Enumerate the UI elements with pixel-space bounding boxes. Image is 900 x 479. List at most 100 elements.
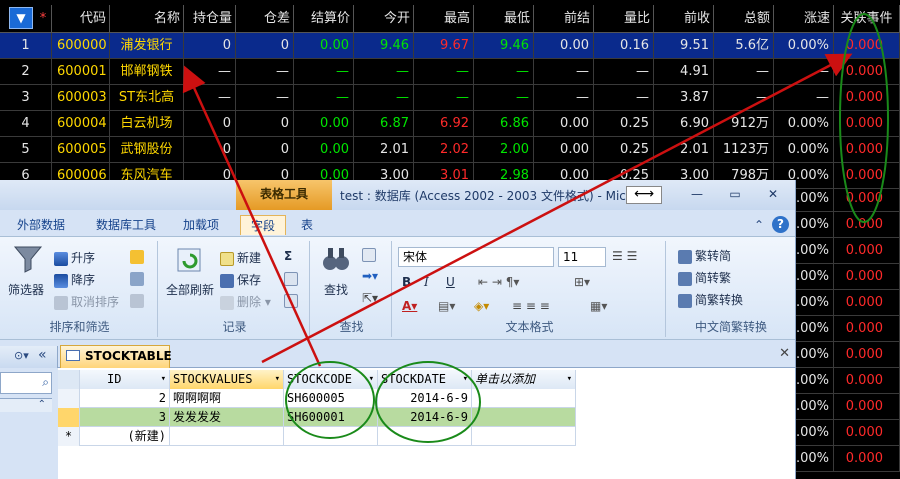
replace-icon[interactable] bbox=[362, 247, 379, 262]
header-position-diff[interactable]: 仓差 bbox=[236, 5, 294, 33]
cell-stockcode[interactable]: SH600005 bbox=[284, 389, 378, 408]
column-dropdown-icon[interactable]: ▾ bbox=[275, 370, 280, 388]
find-button[interactable]: 查找 bbox=[324, 281, 348, 298]
underline-button[interactable]: U bbox=[446, 275, 455, 289]
binoculars-icon[interactable] bbox=[320, 243, 352, 275]
simp-to-trad-button[interactable]: 简转繁 bbox=[678, 269, 731, 286]
more-records-icon[interactable] bbox=[284, 293, 301, 308]
quote-row[interactable]: 3 600003 ST东北高 — — — — — — — — 3.87 — — … bbox=[0, 85, 900, 111]
cell-new-id[interactable]: (新建) bbox=[80, 427, 170, 446]
italic-button[interactable]: I bbox=[424, 275, 429, 289]
cell-stockdate[interactable]: 2014-6-9 bbox=[378, 408, 472, 427]
list-format-icons[interactable]: ☰ ☰ bbox=[612, 249, 637, 263]
tab-table[interactable]: 表 bbox=[292, 215, 322, 235]
gridlines-icon[interactable]: ⊞▾ bbox=[574, 275, 590, 289]
select-icon[interactable]: ⇱▾ bbox=[362, 291, 378, 305]
filter-icon[interactable] bbox=[12, 243, 44, 275]
bold-button[interactable]: B bbox=[402, 275, 411, 289]
column-header-id[interactable]: ID ▾ bbox=[80, 370, 170, 389]
cell-id[interactable]: 2 bbox=[80, 389, 170, 408]
font-size-select[interactable]: 11 bbox=[558, 247, 606, 267]
cell-id[interactable]: 3 bbox=[80, 408, 170, 427]
cell-stockdate[interactable]: 2014-6-9 bbox=[378, 389, 472, 408]
toggle-filter-icon[interactable] bbox=[130, 293, 147, 308]
quote-row[interactable]: 4 600004 白云机场 0 0 0.00 6.87 6.92 6.86 0.… bbox=[0, 111, 900, 137]
nav-dropdown-icon[interactable]: ⊙▾ bbox=[14, 349, 29, 362]
clear-sort-button[interactable]: 取消排序 bbox=[54, 293, 119, 310]
row-selector[interactable] bbox=[58, 389, 80, 408]
save-record-button[interactable]: 保存 bbox=[220, 271, 261, 288]
cell-stockvalues[interactable]: 啊啊啊啊 bbox=[170, 389, 284, 408]
quote-row[interactable]: 5 600005 武钢股份 0 0 0.00 2.01 2.02 2.00 0.… bbox=[0, 137, 900, 163]
column-header-stockvalues[interactable]: STOCKVALUES ▾ bbox=[170, 370, 284, 389]
alt-row-color-icon[interactable]: ▦▾ bbox=[590, 299, 607, 313]
column-header-stockcode[interactable]: STOCKCODE ▾ bbox=[284, 370, 378, 389]
cell-stockdate[interactable] bbox=[378, 427, 472, 446]
datasheet-row-selected[interactable]: 3 发发发发 SH600001 2014-6-9 bbox=[58, 408, 576, 427]
tab-external-data[interactable]: 外部数据 bbox=[10, 215, 72, 235]
search-icon[interactable]: ⌕ bbox=[42, 375, 49, 390]
row-selector[interactable] bbox=[58, 408, 80, 427]
column-header-stockdate[interactable]: STOCKDATE ▾ bbox=[378, 370, 472, 389]
ribbon-collapse-icon[interactable]: ⌃ bbox=[752, 215, 766, 235]
quote-row-partial[interactable]: .00% 0.000 bbox=[796, 420, 900, 446]
quote-row-partial[interactable]: .00% 0.000 bbox=[796, 446, 900, 472]
refresh-all-icon[interactable] bbox=[174, 243, 206, 275]
advanced-filter-icon[interactable] bbox=[130, 271, 147, 286]
cell-add[interactable] bbox=[472, 408, 576, 427]
sort-asc-button[interactable]: 升序 bbox=[54, 249, 95, 266]
header-volume-ratio[interactable]: 量比 bbox=[594, 5, 654, 33]
cell-stockvalues[interactable]: 发发发发 bbox=[170, 408, 284, 427]
sort-desc-button[interactable]: 降序 bbox=[54, 271, 95, 288]
datasheet-row[interactable]: 2 啊啊啊啊 SH600005 2014-6-9 bbox=[58, 389, 576, 408]
close-tab-icon[interactable]: ✕ bbox=[779, 346, 790, 361]
column-dropdown-icon[interactable]: ▾ bbox=[463, 370, 468, 388]
quote-row-partial[interactable]: .00% 0.000 bbox=[796, 212, 900, 238]
maximize-button[interactable]: ▭ bbox=[722, 186, 748, 204]
font-name-select[interactable]: 宋体 bbox=[398, 247, 554, 267]
header-speed[interactable]: 涨速 bbox=[774, 5, 834, 33]
quote-row-partial[interactable]: .00% 0.000 bbox=[796, 368, 900, 394]
indent-icons[interactable]: ⇤ ⇥ ¶▾ bbox=[478, 275, 519, 289]
cell-stockcode[interactable] bbox=[284, 427, 378, 446]
tab-database-tools[interactable]: 数据库工具 bbox=[84, 215, 168, 235]
quote-row-partial[interactable]: .00% 0.000 bbox=[796, 394, 900, 420]
quote-row-partial[interactable]: .00% 0.000 bbox=[796, 342, 900, 368]
quote-row-partial[interactable]: .00% 0.000 bbox=[796, 290, 900, 316]
column-dropdown-icon[interactable]: ▾ bbox=[567, 370, 572, 388]
quote-row-partial[interactable]: .00% 0.000 bbox=[796, 316, 900, 342]
header-event[interactable]: 关联事件 bbox=[834, 5, 900, 33]
tab-add-ins[interactable]: 加载项 bbox=[176, 215, 226, 235]
delete-record-button[interactable]: 删除 ▾ bbox=[220, 293, 271, 310]
new-record-button[interactable]: 新建 bbox=[220, 249, 261, 266]
tab-fields[interactable]: 字段 bbox=[240, 215, 286, 235]
quote-row[interactable]: 2 600001 邯郸钢铁 — — — — — — — — 4.91 — — 0… bbox=[0, 59, 900, 85]
header-amount[interactable]: 总额 bbox=[714, 5, 774, 33]
header-name[interactable]: 名称 bbox=[110, 5, 184, 33]
help-icon[interactable]: ? bbox=[772, 216, 789, 233]
column-dropdown-icon[interactable]: ▾ bbox=[369, 370, 374, 388]
header-presettle[interactable]: 前结 bbox=[534, 5, 594, 33]
quote-row-partial[interactable]: .00% 0.000 bbox=[796, 238, 900, 264]
cell-add[interactable] bbox=[472, 389, 576, 408]
cell-add[interactable] bbox=[472, 427, 576, 446]
convert-button[interactable]: 简繁转换 bbox=[678, 291, 743, 308]
filter-button[interactable]: 筛选器 bbox=[8, 281, 44, 298]
highlight-icon[interactable]: ▤▾ bbox=[438, 299, 455, 313]
nav-group-chevron-icon[interactable]: ⌃ bbox=[0, 398, 52, 412]
goto-icon[interactable]: ➡▾ bbox=[362, 269, 378, 283]
header-open[interactable]: 今开 bbox=[354, 5, 414, 33]
trad-to-simp-button[interactable]: 繁转简 bbox=[678, 247, 731, 264]
selection-filter-icon[interactable] bbox=[130, 249, 147, 264]
select-all-corner[interactable] bbox=[58, 370, 80, 389]
header-settle[interactable]: 结算价 bbox=[294, 5, 354, 33]
refresh-all-button[interactable]: 全部刷新 bbox=[166, 281, 214, 298]
nav-search-input[interactable]: ⌕ bbox=[0, 372, 52, 394]
cell-stockcode[interactable]: SH600001 bbox=[284, 408, 378, 427]
header-low[interactable]: 最低 bbox=[474, 5, 534, 33]
spelling-icon[interactable] bbox=[284, 271, 301, 286]
header-preclose[interactable]: 前收 bbox=[654, 5, 714, 33]
header-code[interactable]: 代码 bbox=[52, 5, 110, 33]
column-header-add[interactable]: 单击以添加 ▾ bbox=[472, 370, 576, 389]
quote-row[interactable]: 1 600000 浦发银行 0 0 0.00 9.46 9.67 9.46 0.… bbox=[0, 33, 900, 59]
